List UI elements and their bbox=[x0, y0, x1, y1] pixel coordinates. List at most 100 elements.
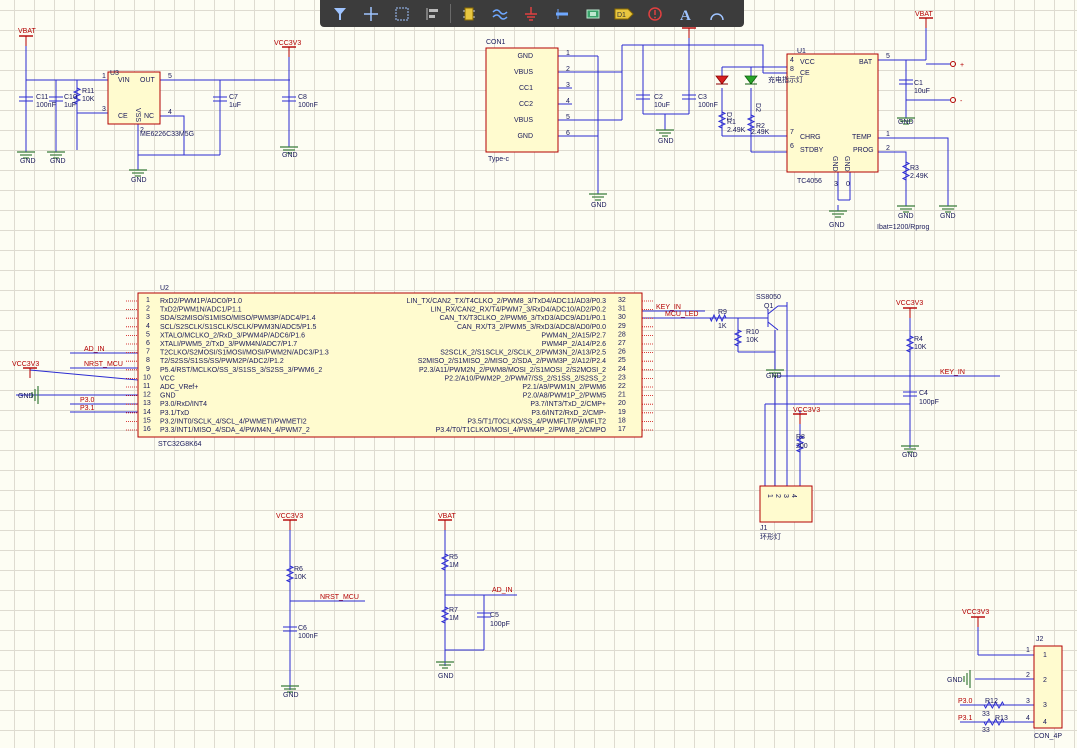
c10-value: 1uF bbox=[64, 102, 76, 109]
schematic-toolbar: D1 A bbox=[320, 0, 744, 27]
pin-number: 11 bbox=[143, 383, 150, 390]
u2-pin-label: P3.7/INT3/TxD_2/CMP+ bbox=[530, 401, 606, 408]
net-key-in-1: KEY_IN bbox=[656, 304, 681, 311]
c7-ref: C7 bbox=[229, 94, 238, 101]
pin-number: 31 bbox=[618, 306, 626, 313]
u2-pin-label: ADC_VRef+ bbox=[160, 384, 198, 391]
pin-number: 3 bbox=[834, 181, 838, 188]
filter-tool[interactable] bbox=[324, 0, 355, 27]
place-harness-tool[interactable] bbox=[577, 0, 608, 27]
pin-number: 2 bbox=[140, 127, 144, 134]
con1-ref: CON1 bbox=[486, 39, 506, 46]
charge-led-label: 充电指示灯 bbox=[768, 75, 803, 84]
d2-ref: D2 bbox=[754, 103, 761, 112]
u1-pin-gnd: GND bbox=[843, 156, 850, 172]
u1-pin-ce: CE bbox=[800, 70, 810, 77]
con1-pin-label: GND bbox=[517, 53, 533, 60]
r1-ref: R1 bbox=[727, 119, 736, 126]
place-power-tool[interactable] bbox=[515, 0, 546, 27]
u1-part: TC4056 bbox=[797, 178, 822, 185]
c11-ref: C11 bbox=[36, 94, 48, 101]
u2-pin-label: XTALO/MCLKO_2/RxD_3/PWM4P/ADC6/P1.6 bbox=[160, 332, 305, 339]
u2-ref: U2 bbox=[160, 285, 169, 292]
gnd-label: GND bbox=[658, 138, 674, 145]
place-component-tool[interactable] bbox=[453, 0, 484, 27]
r3-value: 2.49K bbox=[910, 173, 929, 180]
net-vcc3v3-4: VCC3V3 bbox=[793, 407, 820, 414]
align-tool[interactable] bbox=[417, 0, 448, 27]
pin-number: 4 bbox=[168, 109, 172, 116]
no-erc-icon bbox=[647, 6, 662, 21]
u1-pin-temp: TEMP bbox=[852, 134, 872, 141]
select-tool[interactable] bbox=[386, 0, 417, 27]
schematic-sheet[interactable]: VBAT VCC3V3 VBAT GND GND GND GND GND GND… bbox=[0, 0, 1077, 748]
con1-pin-label: CC2 bbox=[519, 101, 533, 108]
pin-number: 15 bbox=[143, 417, 151, 424]
u2-pin-label: P3.4/T0/T1CLKO/MOSI_4/PWM4P_2/PWM8_2/CMP… bbox=[436, 427, 607, 434]
align-icon bbox=[426, 7, 438, 20]
net-vbat-1: VBAT bbox=[18, 28, 36, 35]
net-vcc3v3-1: VCC3V3 bbox=[274, 40, 301, 47]
gnd-label: GND bbox=[898, 213, 914, 220]
u2-pin-label: GND bbox=[160, 393, 176, 400]
r9-ref: R9 bbox=[718, 309, 727, 316]
net-label-icon-text: D1 bbox=[617, 12, 626, 19]
pin-number: 6 bbox=[790, 143, 794, 150]
pin-number: 9 bbox=[146, 366, 150, 373]
gnd-label-side: GND bbox=[18, 393, 34, 400]
place-net-label-tool[interactable]: D1 bbox=[608, 0, 639, 27]
r5-value: 1M bbox=[449, 562, 459, 569]
pin-number: 2 bbox=[1043, 677, 1047, 684]
pin-number: 3 bbox=[566, 82, 570, 89]
r11-ref: R11 bbox=[82, 88, 94, 95]
c8-ref: C8 bbox=[298, 94, 307, 101]
con1-pin-label: CC1 bbox=[519, 85, 533, 92]
c1-value: 10uF bbox=[914, 88, 930, 95]
place-bus-tool[interactable] bbox=[546, 0, 577, 27]
r11-value: 10K bbox=[82, 96, 95, 103]
u1-ref: U1 bbox=[797, 48, 806, 55]
net-vbat-3: VBAT bbox=[438, 513, 456, 520]
gnd-label: GND bbox=[591, 202, 607, 209]
pin-number: 24 bbox=[618, 366, 626, 373]
u2-pin-label: P5.4/RST/MCLKO/SS_3/S1SS_3/S2SS_3/PWM6_2 bbox=[160, 367, 322, 374]
gnd-label: GND bbox=[902, 452, 918, 459]
con1-pin-label: GND bbox=[517, 133, 533, 140]
text-icon-glyph: A bbox=[680, 8, 691, 22]
pin-number: 4 bbox=[790, 57, 794, 64]
resistor-symbol bbox=[717, 111, 727, 129]
net-nrst-mcu-2: NRST_MCU bbox=[320, 594, 359, 601]
con1-pin-label: VBUS bbox=[514, 69, 533, 76]
pin-number: 13 bbox=[143, 400, 151, 407]
pin-number: 8 bbox=[146, 357, 150, 364]
pin-number: 6 bbox=[566, 130, 570, 137]
c7-value: 1uF bbox=[229, 102, 241, 109]
gnd-label: GND bbox=[898, 119, 914, 126]
gnd-label: GND bbox=[283, 692, 299, 699]
c3-ref: C3 bbox=[698, 94, 707, 101]
r10-value: 10K bbox=[746, 337, 759, 344]
resistor-symbol bbox=[901, 161, 911, 181]
u2-pin-label: P2.0/A8/PWM1P_2/PWM5 bbox=[523, 393, 606, 400]
pin-number: 1 bbox=[102, 73, 106, 80]
u2-pin-label: PWM4N_2/A15/P2.7 bbox=[541, 332, 606, 339]
r4-ref: R4 bbox=[914, 336, 923, 343]
r13-value: 33 bbox=[982, 727, 990, 734]
place-arc-tool[interactable] bbox=[701, 0, 732, 27]
place-text-tool[interactable]: A bbox=[670, 0, 701, 27]
move-tool[interactable] bbox=[355, 0, 386, 27]
u1-pin-gnd: GND bbox=[831, 156, 838, 172]
u2-pin-label: TxD2/PWM1N/ADC1/P1.1 bbox=[160, 307, 242, 314]
pin-number: 7 bbox=[790, 129, 794, 136]
place-wire-tool[interactable] bbox=[484, 0, 515, 27]
u2-pin-label: RxD2/PWM1P/ADC0/P1.0 bbox=[160, 298, 242, 305]
r7-value: 1M bbox=[449, 615, 459, 622]
c6-ref: C6 bbox=[298, 625, 307, 632]
u2-pin-label: CAN_RX/T3_2/PWM5_3/RxD3/ADC8/AD0/P0.0 bbox=[457, 324, 606, 331]
u2-pin-label: S2SCLK_2/S1SCLK_2/SCLK_2/PWM3N_2/A13/P2.… bbox=[440, 350, 606, 357]
pin-number: 3 bbox=[146, 314, 150, 321]
pin-number: 17 bbox=[618, 426, 626, 433]
r12-ref: R12 bbox=[985, 698, 998, 705]
no-erc-tool[interactable] bbox=[639, 0, 670, 27]
net-p31-2: P3.1 bbox=[958, 715, 973, 722]
